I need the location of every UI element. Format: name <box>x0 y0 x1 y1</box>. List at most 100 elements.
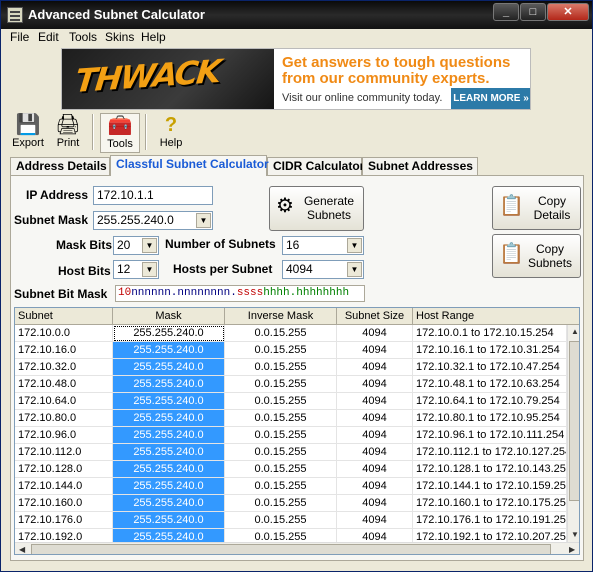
cell-subnet[interactable]: 172.10.48.0 <box>15 376 113 393</box>
menu-tools[interactable]: Tools <box>69 30 97 44</box>
subnet-table[interactable]: Subnet Mask Inverse Mask Subnet Size Hos… <box>14 307 580 555</box>
cell-mask[interactable]: 255.255.240.0 <box>113 410 225 427</box>
cell-inverse-mask[interactable]: 0.0.15.255 <box>225 512 337 529</box>
vertical-scroll-thumb[interactable] <box>569 341 579 501</box>
tab-address-details[interactable]: Address Details <box>10 157 110 175</box>
close-button[interactable]: ✕ <box>547 3 589 21</box>
tools-button[interactable]: 🧰 Tools <box>100 113 140 153</box>
cell-subnet-size[interactable]: 4094 <box>337 393 413 410</box>
cell-host-range[interactable]: 172.10.48.1 to 172.10.63.254 <box>413 376 567 393</box>
learn-more-button[interactable]: LEARN MORE » <box>451 88 530 109</box>
mask-bits-select[interactable]: 20 ▼ <box>113 236 159 255</box>
cell-subnet-size[interactable]: 4094 <box>337 325 413 342</box>
cell-inverse-mask[interactable]: 0.0.15.255 <box>225 427 337 444</box>
maximize-button[interactable]: □ <box>520 3 546 21</box>
column-header-subnet[interactable]: Subnet <box>15 308 113 325</box>
cell-subnet-size[interactable]: 4094 <box>337 427 413 444</box>
title-bar[interactable]: Advanced Subnet Calculator _ □ ✕ <box>1 1 592 29</box>
cell-inverse-mask[interactable]: 0.0.15.255 <box>225 376 337 393</box>
cell-mask[interactable]: 255.255.240.0 <box>113 478 225 495</box>
copy-details-button[interactable]: 📋 Copy Details <box>492 186 581 230</box>
cell-host-range[interactable]: 172.10.32.1 to 172.10.47.254 <box>413 359 567 376</box>
cell-subnet[interactable]: 172.10.32.0 <box>15 359 113 376</box>
cell-subnet[interactable]: 172.10.160.0 <box>15 495 113 512</box>
cell-subnet[interactable]: 172.10.16.0 <box>15 342 113 359</box>
column-header-host-range[interactable]: Host Range <box>413 308 579 325</box>
scroll-down-icon[interactable]: ▼ <box>571 530 579 539</box>
cell-subnet[interactable]: 172.10.112.0 <box>15 444 113 461</box>
cell-subnet-size[interactable]: 4094 <box>337 410 413 427</box>
tab-classful-subnet-calculator[interactable]: Classful Subnet Calculator <box>110 155 269 176</box>
menu-skins[interactable]: Skins <box>105 30 134 44</box>
cell-mask[interactable]: 255.255.240.0 <box>113 359 225 376</box>
ad-banner[interactable]: THWACK Get answers to tough questions fr… <box>61 48 531 110</box>
horizontal-scrollbar[interactable]: ◀ ▶ <box>15 542 579 554</box>
tab-subnet-addresses[interactable]: Subnet Addresses <box>362 157 478 175</box>
cell-host-range[interactable]: 172.10.128.1 to 172.10.143.254 <box>413 461 567 478</box>
cell-subnet-size[interactable]: 4094 <box>337 512 413 529</box>
cell-host-range[interactable]: 172.10.160.1 to 172.10.175.254 <box>413 495 567 512</box>
cell-inverse-mask[interactable]: 0.0.15.255 <box>225 444 337 461</box>
column-header-mask[interactable]: Mask <box>113 308 225 325</box>
cell-mask[interactable]: 255.255.240.0 <box>113 512 225 529</box>
cell-host-range[interactable]: 172.10.16.1 to 172.10.31.254 <box>413 342 567 359</box>
table-row[interactable]: 172.10.48.0 255.255.240.0 0.0.15.255 4094 17… <box>15 376 567 393</box>
cell-inverse-mask[interactable]: 0.0.15.255 <box>225 478 337 495</box>
table-row[interactable]: 172.10.96.0 255.255.240.0 0.0.15.255 4094 17… <box>15 427 567 444</box>
chevron-down-icon[interactable]: ▼ <box>142 238 157 253</box>
minimize-button[interactable]: _ <box>493 3 519 21</box>
menu-help[interactable]: Help <box>141 30 166 44</box>
cell-subnet[interactable]: 172.10.144.0 <box>15 478 113 495</box>
cell-host-range[interactable]: 172.10.144.1 to 172.10.159.254 <box>413 478 567 495</box>
cell-subnet[interactable]: 172.10.176.0 <box>15 512 113 529</box>
cell-host-range[interactable]: 172.10.176.1 to 172.10.191.254 <box>413 512 567 529</box>
vertical-scrollbar[interactable]: ▲ ▼ <box>567 325 579 542</box>
export-button[interactable]: 💾 Export <box>8 113 48 153</box>
chevron-down-icon[interactable]: ▼ <box>347 262 362 277</box>
table-row[interactable]: 172.10.112.0 255.255.240.0 0.0.15.255 4094 1… <box>15 444 567 461</box>
host-bits-select[interactable]: 12 ▼ <box>113 260 159 279</box>
cell-host-range[interactable]: 172.10.0.1 to 172.10.15.254 <box>413 325 567 342</box>
cell-inverse-mask[interactable]: 0.0.15.255 <box>225 359 337 376</box>
ip-address-input[interactable]: 172.10.1.1 <box>93 186 213 205</box>
cell-mask[interactable]: 255.255.240.0 <box>113 325 225 342</box>
table-row[interactable]: 172.10.128.0 255.255.240.0 0.0.15.255 4094 1… <box>15 461 567 478</box>
cell-host-range[interactable]: 172.10.64.1 to 172.10.79.254 <box>413 393 567 410</box>
cell-subnet[interactable]: 172.10.0.0 <box>15 325 113 342</box>
table-row[interactable]: 172.10.160.0 255.255.240.0 0.0.15.255 4094 1… <box>15 495 567 512</box>
cell-subnet-size[interactable]: 4094 <box>337 342 413 359</box>
chevron-down-icon[interactable]: ▼ <box>196 213 211 228</box>
cell-host-range[interactable]: 172.10.80.1 to 172.10.95.254 <box>413 410 567 427</box>
cell-inverse-mask[interactable]: 0.0.15.255 <box>225 461 337 478</box>
chevron-down-icon[interactable]: ▼ <box>142 262 157 277</box>
tab-cidr-calculator[interactable]: CIDR Calculator <box>267 157 364 175</box>
cell-subnet-size[interactable]: 4094 <box>337 478 413 495</box>
cell-subnet[interactable]: 172.10.96.0 <box>15 427 113 444</box>
column-header-subnet-size[interactable]: Subnet Size <box>337 308 413 325</box>
cell-inverse-mask[interactable]: 0.0.15.255 <box>225 342 337 359</box>
print-button[interactable]: 🖨 Print <box>48 113 88 153</box>
cell-inverse-mask[interactable]: 0.0.15.255 <box>225 410 337 427</box>
generate-subnets-button[interactable]: ⚙ Generate Subnets <box>269 186 364 231</box>
help-button[interactable]: ? Help <box>151 113 191 153</box>
cell-inverse-mask[interactable]: 0.0.15.255 <box>225 325 337 342</box>
cell-mask[interactable]: 255.255.240.0 <box>113 376 225 393</box>
cell-mask[interactable]: 255.255.240.0 <box>113 393 225 410</box>
cell-subnet-size[interactable]: 4094 <box>337 495 413 512</box>
menu-edit[interactable]: Edit <box>38 30 59 44</box>
table-row[interactable]: 172.10.64.0 255.255.240.0 0.0.15.255 4094 17… <box>15 393 567 410</box>
cell-subnet-size[interactable]: 4094 <box>337 376 413 393</box>
cell-host-range[interactable]: 172.10.112.1 to 172.10.127.254 <box>413 444 567 461</box>
cell-mask[interactable]: 255.255.240.0 <box>113 444 225 461</box>
cell-subnet[interactable]: 172.10.64.0 <box>15 393 113 410</box>
column-header-inverse-mask[interactable]: Inverse Mask <box>225 308 337 325</box>
cell-mask[interactable]: 255.255.240.0 <box>113 427 225 444</box>
cell-subnet[interactable]: 172.10.128.0 <box>15 461 113 478</box>
subnet-mask-select[interactable]: 255.255.240.0 ▼ <box>93 211 213 230</box>
cell-mask[interactable]: 255.255.240.0 <box>113 495 225 512</box>
cell-subnet-size[interactable]: 4094 <box>337 444 413 461</box>
scroll-right-icon[interactable]: ▶ <box>569 545 575 554</box>
scroll-up-icon[interactable]: ▲ <box>571 327 579 336</box>
cell-mask[interactable]: 255.255.240.0 <box>113 342 225 359</box>
number-of-subnets-select[interactable]: 16 ▼ <box>282 236 364 255</box>
